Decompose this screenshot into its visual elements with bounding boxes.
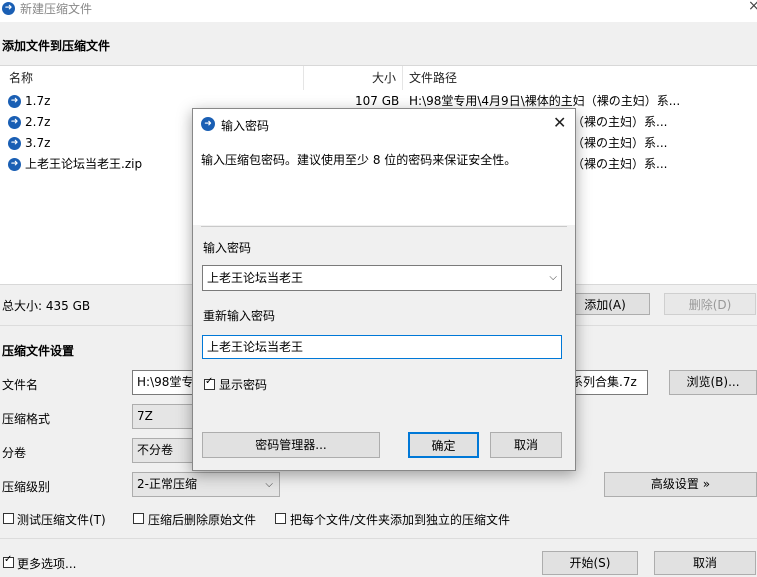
password-value: 上老王论坛当老王 xyxy=(207,271,304,285)
show-password-label: 显示密码 xyxy=(219,378,268,392)
archive-icon: ➜ xyxy=(8,137,21,150)
chevron-down-icon[interactable]: ⌵ xyxy=(549,266,557,290)
delete-button[interactable]: 删除(D) xyxy=(664,293,756,315)
split-label: 分卷 xyxy=(2,446,27,460)
column-header-size[interactable]: 大小 xyxy=(372,66,396,90)
cancel-button[interactable]: 取消 xyxy=(654,551,756,575)
settings-section-title: 压缩文件设置 xyxy=(2,344,75,358)
dialog-title: 输入密码 xyxy=(221,119,270,133)
chevron-down-icon: ⌵ xyxy=(265,479,273,490)
password-combobox[interactable]: 上老王论坛当老王 ⌵ xyxy=(202,265,562,291)
filename-suffix: 系列合集.7z xyxy=(571,375,637,389)
browse-button[interactable]: 浏览(B)... xyxy=(669,370,757,395)
filename-label: 文件名 xyxy=(2,378,39,392)
file-name: 3.7z xyxy=(25,136,51,150)
file-path: 妇（裸の主妇）系... xyxy=(560,136,668,150)
window-titlebar: ➜ 新建压缩文件 × xyxy=(0,0,757,22)
file-name: 上老王论坛当老王.zip xyxy=(25,157,143,171)
close-icon[interactable]: ✕ xyxy=(553,113,566,132)
app-icon: ➜ xyxy=(2,2,15,15)
more-options-checkbox[interactable] xyxy=(3,554,14,568)
format-label: 压缩格式 xyxy=(2,412,51,426)
window-title: 新建压缩文件 xyxy=(20,2,93,16)
test-archive-checkbox[interactable] xyxy=(3,513,14,524)
window-close-button[interactable]: × xyxy=(748,0,757,14)
test-archive-label: 测试压缩文件(T) xyxy=(17,513,106,527)
password-label: 输入密码 xyxy=(203,241,252,255)
file-name: 2.7z xyxy=(25,115,51,129)
format-value: 7Z xyxy=(137,409,153,423)
column-header-path[interactable]: 文件路径 xyxy=(409,66,457,90)
delete-after-label: 压缩后删除原始文件 xyxy=(148,513,257,527)
more-options-label: 更多选项... xyxy=(17,557,77,571)
dialog-cancel-button[interactable]: 取消 xyxy=(490,432,562,458)
add-section-title: 添加文件到压缩文件 xyxy=(2,39,111,53)
column-header-name[interactable]: 名称 xyxy=(9,66,33,90)
password-manager-button[interactable]: 密码管理器... xyxy=(202,432,380,458)
password-dialog: ➜ 输入密码 ✕ 输入压缩包密码。建议使用至少 8 位的密码来保证安全性。 输入… xyxy=(192,108,576,471)
dialog-description-area: 输入压缩包密码。建议使用至少 8 位的密码来保证安全性。 xyxy=(193,139,575,225)
separate-archives-checkbox[interactable] xyxy=(275,513,286,524)
delete-after-checkbox[interactable] xyxy=(133,513,144,524)
dialog-description: 输入压缩包密码。建议使用至少 8 位的密码来保证安全性。 xyxy=(201,153,517,167)
split-value: 不分卷 xyxy=(137,443,174,457)
total-size: 总大小: 435 GB xyxy=(2,299,91,313)
advanced-settings-button[interactable]: 高级设置 » xyxy=(604,472,757,497)
reenter-password-label: 重新输入密码 xyxy=(203,309,276,323)
app-icon: ➜ xyxy=(201,117,215,131)
start-button[interactable]: 开始(S) xyxy=(542,551,638,575)
archive-icon: ➜ xyxy=(8,95,21,108)
level-select[interactable]: 2-正常压缩 ⌵ xyxy=(132,472,280,497)
level-label: 压缩级别 xyxy=(2,480,51,494)
reenter-password-value: 上老王论坛当老王 xyxy=(207,340,304,354)
file-path: 妇（裸の主妇）系... xyxy=(560,115,668,129)
level-value: 2-正常压缩 xyxy=(137,477,197,491)
dialog-titlebar: ➜ 输入密码 ✕ xyxy=(193,109,575,139)
filename-value: H:\98堂专 xyxy=(137,375,194,389)
file-name: 1.7z xyxy=(25,94,51,108)
ok-button[interactable]: 确定 xyxy=(408,432,479,458)
reenter-password-field[interactable]: 上老王论坛当老王 xyxy=(202,335,562,359)
file-path: 妇（裸の主妇）系... xyxy=(560,157,668,171)
separate-archives-label: 把每个文件/文件夹添加到独立的压缩文件 xyxy=(290,513,511,527)
archive-icon: ➜ xyxy=(8,158,21,171)
show-password-checkbox[interactable] xyxy=(204,376,215,390)
archive-icon: ➜ xyxy=(8,116,21,129)
